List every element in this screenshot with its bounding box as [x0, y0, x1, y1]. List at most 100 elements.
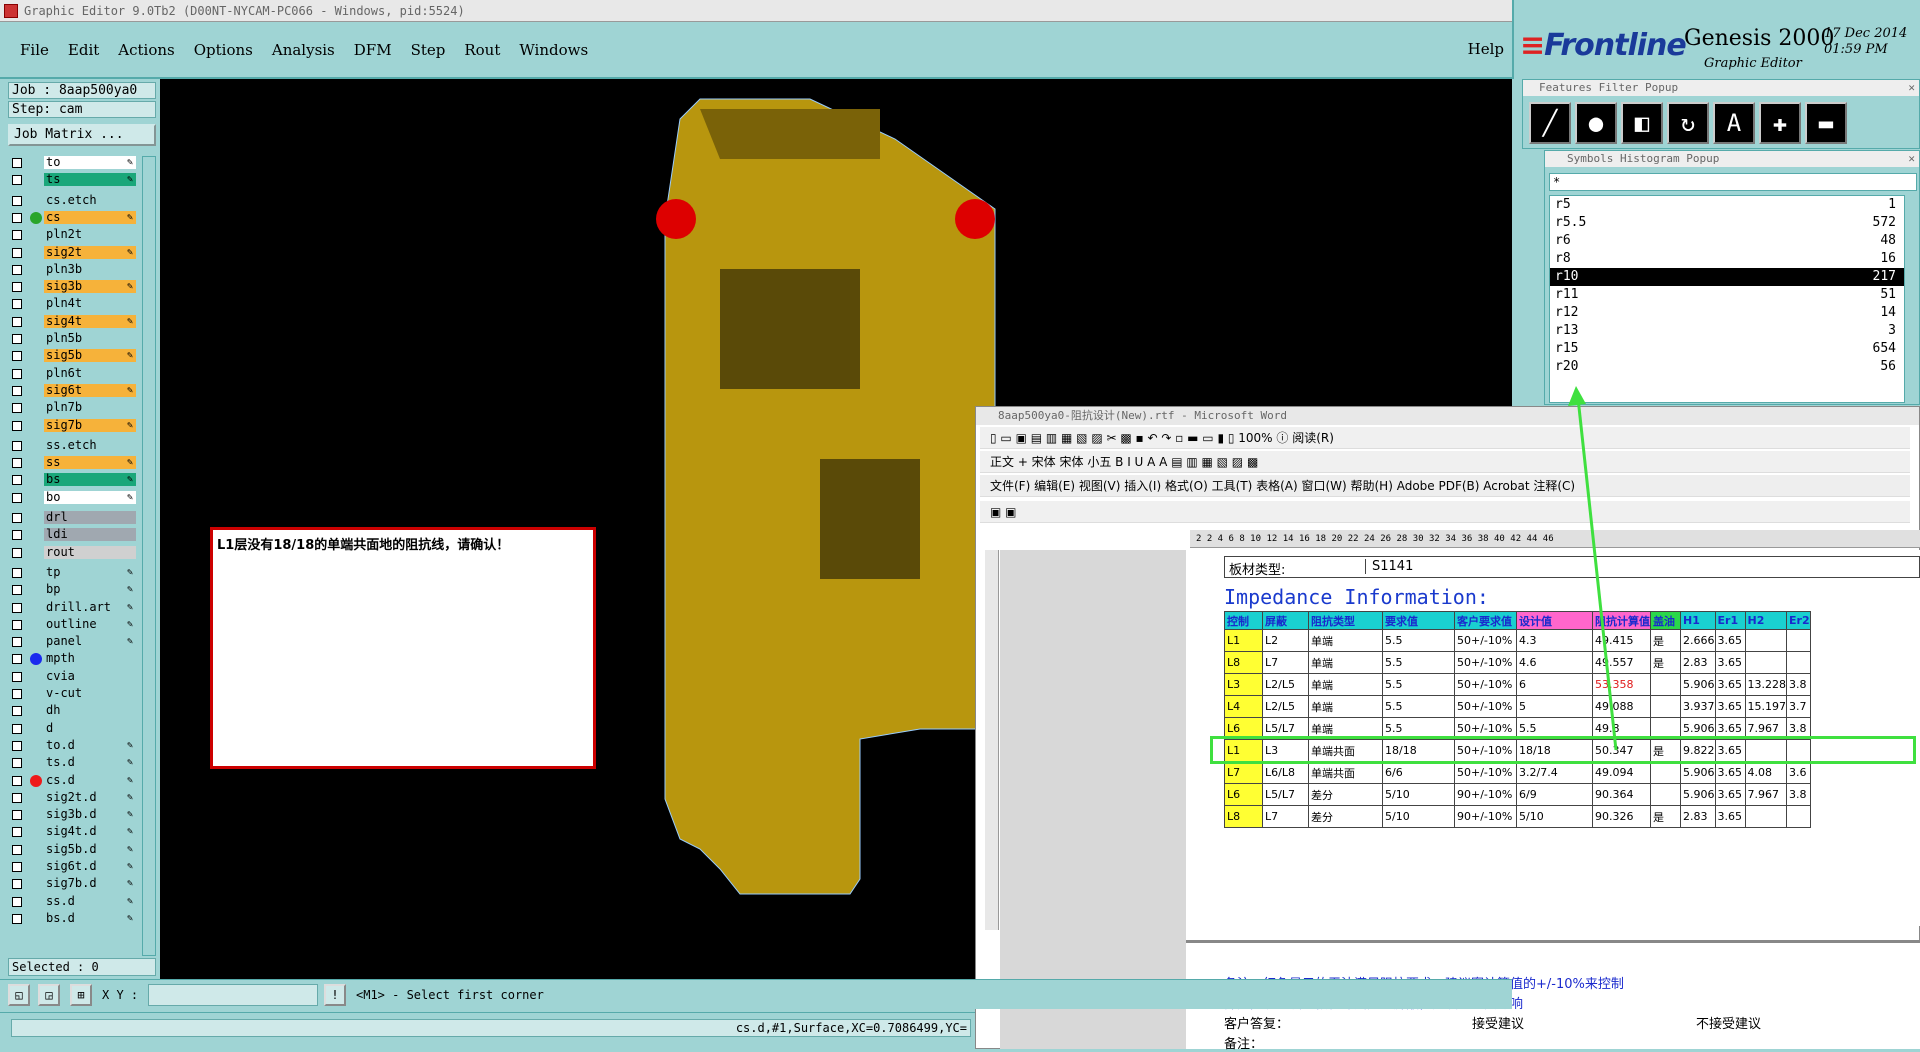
histogram-row[interactable]: r12 14	[1550, 304, 1904, 322]
layer-row-bo[interactable]: bo ✎	[8, 490, 138, 505]
histogram-row[interactable]: r11 51	[1550, 286, 1904, 304]
histogram-row[interactable]: r15 654	[1550, 340, 1904, 358]
layer-row-pln4t[interactable]: pln4t	[8, 297, 138, 311]
layer-checkbox[interactable]	[12, 334, 22, 344]
xy-input[interactable]	[148, 984, 318, 1006]
close-icon[interactable]: ✕	[1908, 151, 1915, 167]
histogram-row[interactable]: r8 16	[1550, 250, 1904, 268]
layer-checkbox[interactable]	[12, 247, 22, 258]
layer-row-bs.d[interactable]: bs.d ✎	[8, 911, 138, 926]
layer-checkbox[interactable]	[12, 792, 22, 803]
layer-row-d[interactable]: d	[8, 721, 138, 736]
menu-rout[interactable]: Rout	[464, 41, 500, 59]
layer-checkbox[interactable]	[12, 403, 22, 414]
job-matrix-button[interactable]: Job Matrix ...	[8, 124, 156, 146]
layer-checkbox[interactable]	[12, 158, 22, 168]
menu-step[interactable]: Step	[411, 41, 446, 59]
menu-actions[interactable]: Actions	[118, 41, 174, 59]
layer-checkbox[interactable]	[12, 316, 22, 327]
arc-tool-icon[interactable]: ↻	[1667, 102, 1709, 144]
layer-checkbox[interactable]	[12, 351, 22, 362]
histogram-row[interactable]: r5.5 572	[1550, 214, 1904, 232]
layer-row-sig5b[interactable]: sig5b ✎	[8, 349, 138, 363]
layer-row-sig4t[interactable]: sig4t ✎	[8, 314, 138, 329]
layer-row-pln2t[interactable]: pln2t	[8, 228, 138, 242]
layer-checkbox[interactable]	[12, 896, 22, 907]
layer-checkbox[interactable]	[12, 264, 22, 275]
histogram-row[interactable]: r5 1	[1550, 196, 1904, 214]
layer-checkbox[interactable]	[12, 758, 22, 769]
layer-checkbox[interactable]	[12, 458, 22, 469]
layer-row-sig2t[interactable]: sig2t ✎	[8, 245, 138, 260]
minus-icon[interactable]: ▬	[1805, 102, 1847, 144]
histogram-row[interactable]: r6 48	[1550, 232, 1904, 250]
layer-checkbox[interactable]	[12, 689, 22, 699]
layer-row-ss[interactable]: ss ✎	[8, 456, 138, 470]
layer-checkbox[interactable]	[12, 654, 22, 665]
layer-row-outline[interactable]: outline ✎	[8, 617, 138, 632]
layer-checkbox[interactable]	[12, 513, 22, 523]
layer-row-sig7b[interactable]: sig7b ✎	[8, 418, 138, 433]
layer-row-cs.d[interactable]: cs.d ✎	[8, 773, 138, 788]
layer-row-pln6t[interactable]: pln6t	[8, 366, 138, 381]
text-tool-icon[interactable]: A	[1713, 102, 1755, 144]
layer-checkbox[interactable]	[12, 827, 22, 838]
layer-row-sig5b.d[interactable]: sig5b.d ✎	[8, 842, 138, 857]
layer-checkbox[interactable]	[12, 810, 22, 821]
layer-row-ldi[interactable]: ldi	[8, 528, 138, 542]
pad-tool-icon[interactable]: ●	[1575, 102, 1617, 144]
plus-icon[interactable]: ✚	[1759, 102, 1801, 144]
layer-checkbox[interactable]	[12, 530, 22, 541]
layer-row-sig6t.d[interactable]: sig6t.d ✎	[8, 860, 138, 874]
layer-row-ts.d[interactable]: ts.d ✎	[8, 756, 138, 770]
layer-row-pln5b[interactable]: pln5b	[8, 332, 138, 346]
layer-row-sig3b.d[interactable]: sig3b.d ✎	[8, 808, 138, 822]
layer-checkbox[interactable]	[12, 420, 22, 431]
layer-checkbox[interactable]	[12, 671, 22, 682]
layer-row-v-cut[interactable]: v-cut	[8, 687, 138, 701]
menu-edit[interactable]: Edit	[68, 41, 99, 59]
layer-checkbox[interactable]	[12, 706, 22, 717]
layer-list-scrollbar[interactable]	[142, 156, 156, 956]
layer-row-sig3b[interactable]: sig3b ✎	[8, 280, 138, 294]
layer-row-drill.art[interactable]: drill.art ✎	[8, 600, 138, 615]
histogram-row[interactable]: r13 3	[1550, 322, 1904, 340]
menu-analysis[interactable]: Analysis	[272, 41, 335, 59]
layer-checkbox[interactable]	[12, 567, 22, 578]
layer-row-ss.d[interactable]: ss.d ✎	[8, 894, 138, 909]
layer-row-ts[interactable]: ts ✎	[8, 173, 138, 187]
layer-checkbox[interactable]	[12, 230, 22, 241]
surface-tool-icon[interactable]: ◧	[1621, 102, 1663, 144]
menu-windows[interactable]: Windows	[519, 41, 588, 59]
layer-checkbox[interactable]	[12, 175, 22, 186]
layer-row-panel[interactable]: panel ✎	[8, 635, 138, 649]
layer-row-pln3b[interactable]: pln3b	[8, 262, 138, 277]
layer-row-cs[interactable]: cs ✎	[8, 210, 138, 225]
layer-checkbox[interactable]	[12, 212, 22, 223]
menu-options[interactable]: Options	[194, 41, 253, 59]
layer-checkbox[interactable]	[12, 282, 22, 293]
zoom-window-icon[interactable]: ◱	[8, 984, 30, 1006]
histogram-row[interactable]: r10 217	[1550, 268, 1904, 286]
layer-checkbox[interactable]	[12, 775, 22, 786]
layer-checkbox[interactable]	[12, 492, 22, 503]
symbol-filter-input[interactable]: *	[1549, 173, 1917, 191]
layer-checkbox[interactable]	[12, 602, 22, 613]
layer-row-drl[interactable]: drl	[8, 511, 138, 525]
layer-row-ss.etch[interactable]: ss.etch	[8, 438, 138, 453]
layer-row-dh[interactable]: dh	[8, 704, 138, 718]
layer-checkbox[interactable]	[12, 585, 22, 596]
line-tool-icon[interactable]: ╱	[1529, 102, 1571, 144]
layer-checkbox[interactable]	[12, 368, 22, 379]
layer-row-bs[interactable]: bs ✎	[8, 473, 138, 487]
menu-file[interactable]: File	[20, 41, 49, 59]
layer-checkbox[interactable]	[12, 844, 22, 855]
layer-checkbox[interactable]	[12, 723, 22, 734]
measure-icon[interactable]: ◲	[38, 984, 60, 1006]
layer-row-sig4t.d[interactable]: sig4t.d ✎	[8, 825, 138, 839]
layer-checkbox[interactable]	[12, 195, 22, 206]
layer-checkbox[interactable]	[12, 619, 22, 630]
layer-checkbox[interactable]	[12, 547, 22, 558]
layer-checkbox[interactable]	[12, 740, 22, 751]
layer-row-sig2t.d[interactable]: sig2t.d ✎	[8, 790, 138, 805]
